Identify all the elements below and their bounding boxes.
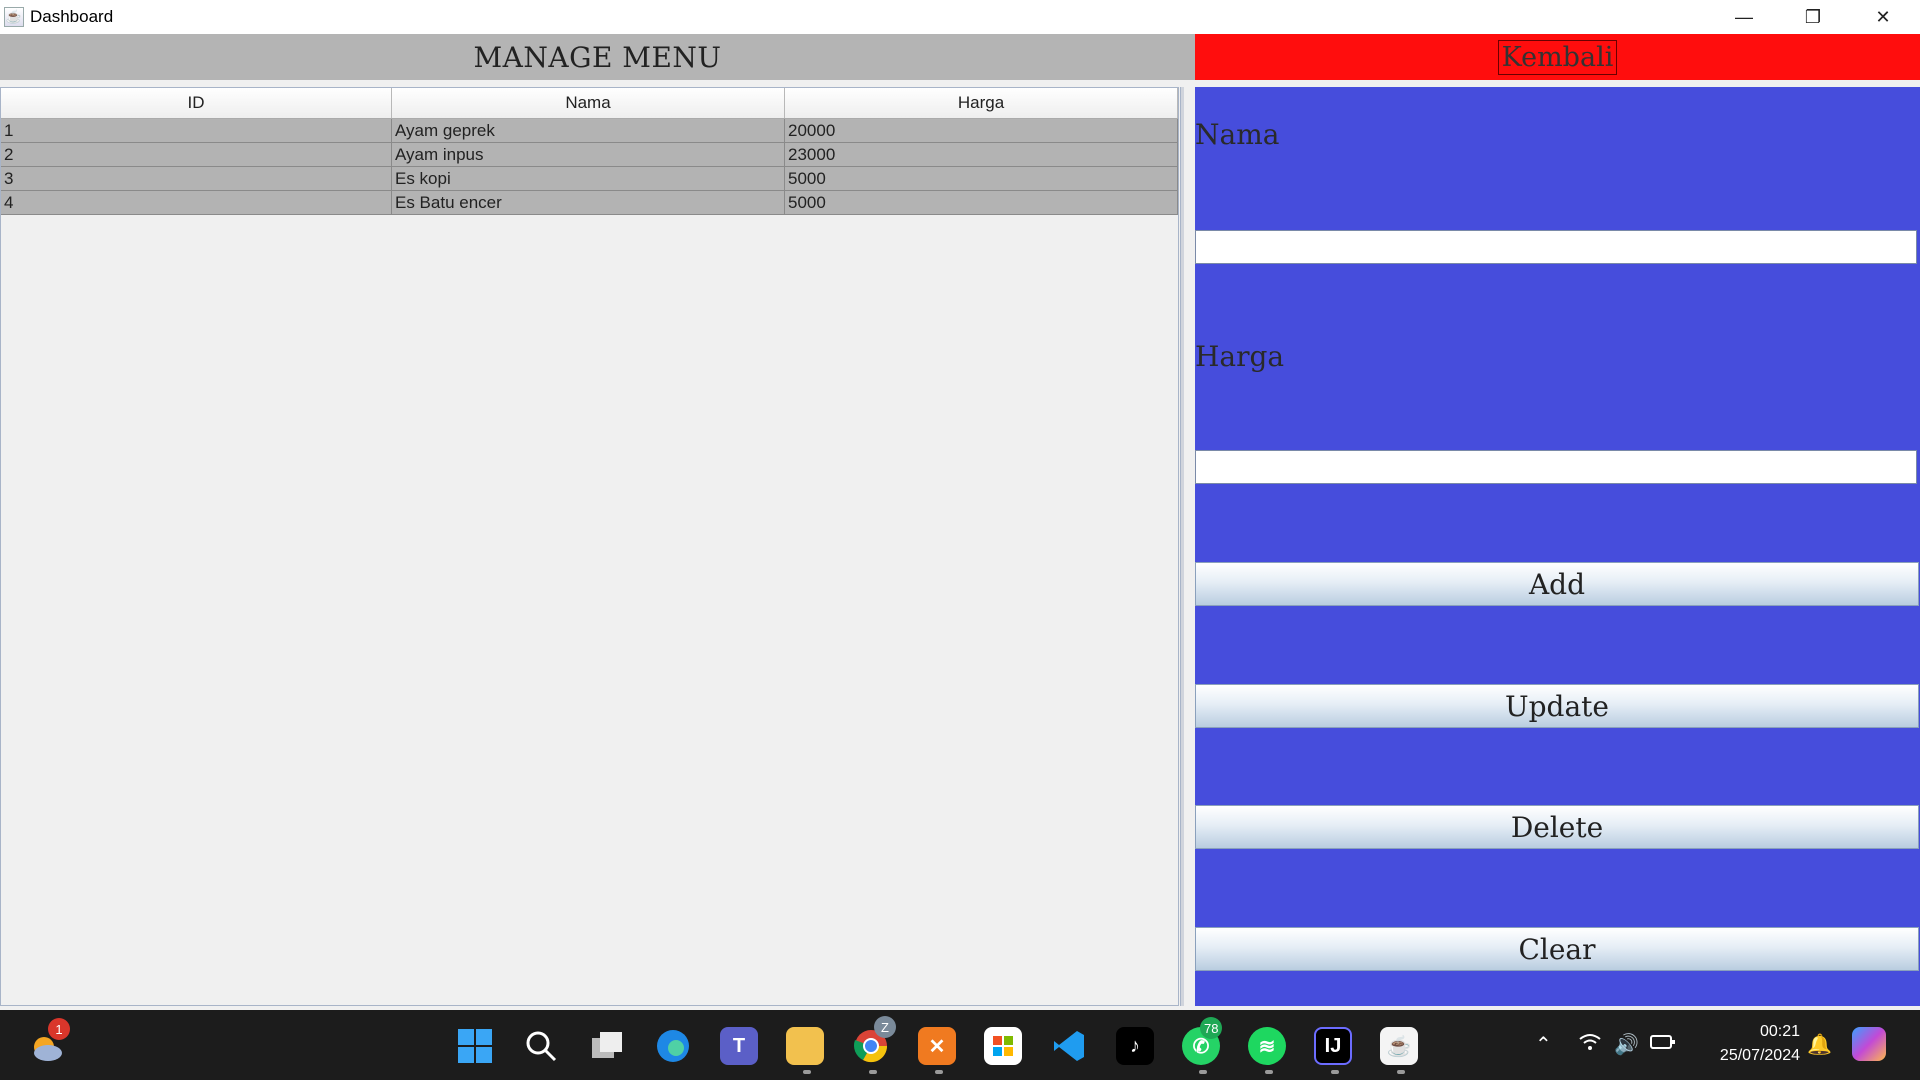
minimize-icon[interactable]: — [1709,0,1779,34]
cell-nama: Es Batu encer [392,191,785,214]
add-button[interactable]: Add [1195,562,1919,606]
nama-label: Nama [1195,118,1280,151]
cell-nama: Ayam geprek [392,119,785,142]
spotify-indicator [1265,1070,1273,1074]
harga-label: Harga [1195,340,1285,373]
java-indicator [1397,1070,1405,1074]
file-explorer-indicator [803,1070,811,1074]
whatsapp-badge: 78 [1200,1017,1223,1039]
clear-button[interactable]: Clear [1195,927,1919,971]
whatsapp-indicator [1199,1070,1207,1074]
cell-harga: 5000 [785,191,1178,214]
clock-time: 00:21 [1759,1023,1800,1040]
cell-id: 2 [1,143,392,166]
cell-harga: 20000 [785,119,1178,142]
battery-icon[interactable] [1650,1032,1676,1058]
spotify-icon[interactable]: ≋ [1248,1027,1286,1065]
chevron-up-icon[interactable]: ⌃ [1535,1032,1552,1057]
cell-harga: 5000 [785,167,1178,190]
table-header: ID Nama Harga [1,88,1178,119]
java-app-icon: ☕ [4,7,24,27]
table-row[interactable]: 2 Ayam inpus 23000 [1,143,1178,167]
wifi-icon[interactable] [1578,1032,1602,1058]
table-row[interactable]: 4 Es Batu encer 5000 [1,191,1178,215]
restore-icon[interactable]: ❐ [1778,0,1848,34]
java-icon[interactable]: ☕ [1380,1027,1418,1065]
table-row[interactable]: 1 Ayam geprek 20000 [1,119,1178,143]
close-icon[interactable]: ✕ [1848,0,1918,34]
column-header-nama[interactable]: Nama [392,88,785,118]
intellij-indicator [1331,1070,1339,1074]
window-title: Dashboard [30,7,114,26]
harga-input[interactable] [1195,450,1917,484]
nama-input[interactable] [1195,230,1917,264]
cell-nama: Es kopi [392,167,785,190]
cell-id: 4 [1,191,392,214]
cell-nama: Ayam inpus [392,143,785,166]
vscode-icon[interactable] [1050,1027,1088,1065]
update-button[interactable]: Update [1195,684,1919,728]
xampp-icon[interactable]: ✕ [918,1027,956,1065]
volume-icon[interactable]: 🔊 [1614,1032,1639,1057]
teams-icon[interactable]: T [720,1027,758,1065]
table-scrollbar[interactable] [1180,87,1184,1006]
page-header: MANAGE MENU [0,34,1195,80]
back-button-area: Kembali [1195,34,1920,80]
start-icon[interactable] [456,1027,494,1065]
form-panel: Nama Harga Add Update Delete Clear [1195,87,1920,1006]
table-row[interactable]: 3 Es kopi 5000 [1,167,1178,191]
title-bar: ☕ Dashboard — ❐ ✕ [0,0,1920,34]
clock-date: 25/07/2024 [1719,1047,1800,1064]
notification-bell-icon[interactable]: 🔔 [1807,1032,1832,1057]
cell-harga: 23000 [785,143,1178,166]
cell-id: 1 [1,119,392,142]
tiktok-icon[interactable]: ♪ [1116,1027,1154,1065]
taskbar: 1 T Z ✕ ♪ ✆ 78 ≋ IJ ☕ ⌃ 🔊 00:21 25/07/20… [0,1010,1920,1080]
intellij-icon[interactable]: IJ [1314,1027,1352,1065]
chrome-indicator [869,1070,877,1074]
xampp-indicator [935,1070,943,1074]
menu-table: ID Nama Harga 1 Ayam geprek 20000 2 Ayam… [0,87,1179,1006]
weather-badge: 1 [48,1018,70,1040]
column-header-id[interactable]: ID [1,88,392,118]
cell-id: 3 [1,167,392,190]
kembali-button[interactable]: Kembali [1497,39,1618,75]
microsoft-store-icon[interactable] [984,1027,1022,1065]
task-view-icon[interactable] [588,1027,626,1065]
chrome-profile-badge: Z [874,1016,896,1038]
file-explorer-icon[interactable] [786,1027,824,1065]
edge-icon[interactable] [654,1027,692,1065]
page-title: MANAGE MENU [473,40,722,74]
column-header-harga[interactable]: Harga [785,88,1178,118]
copilot-icon[interactable] [1852,1027,1886,1061]
delete-button[interactable]: Delete [1195,805,1919,849]
clock[interactable]: 00:21 25/07/2024 [1690,1020,1800,1068]
search-icon[interactable] [522,1027,560,1065]
